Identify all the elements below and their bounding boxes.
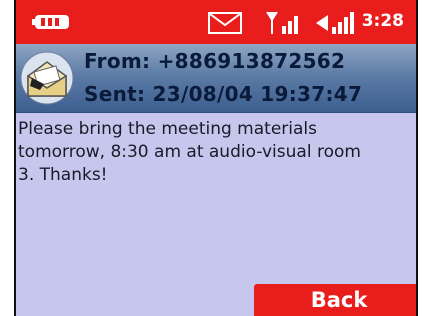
status-bar: 3:28 xyxy=(16,0,416,44)
message-screen: 3:28 From: +886913872562 Sent: 23/08/04 … xyxy=(14,0,418,316)
back-button[interactable]: Back xyxy=(254,284,416,316)
message-body: Please bring the meeting materials tomor… xyxy=(18,119,361,185)
open-envelope-icon xyxy=(20,51,74,105)
signal-strength-icon xyxy=(316,12,354,34)
battery-icon xyxy=(32,15,69,29)
message-header: From: +886913872562 Sent: 23/08/04 19:37… xyxy=(16,44,416,113)
signal-icon xyxy=(266,12,298,34)
sent-time-line: Sent: 23/08/04 19:37:47 xyxy=(84,82,363,106)
sender-line: From: +886913872562 xyxy=(84,49,346,73)
clock: 3:28 xyxy=(361,11,404,31)
mail-icon xyxy=(208,12,242,34)
